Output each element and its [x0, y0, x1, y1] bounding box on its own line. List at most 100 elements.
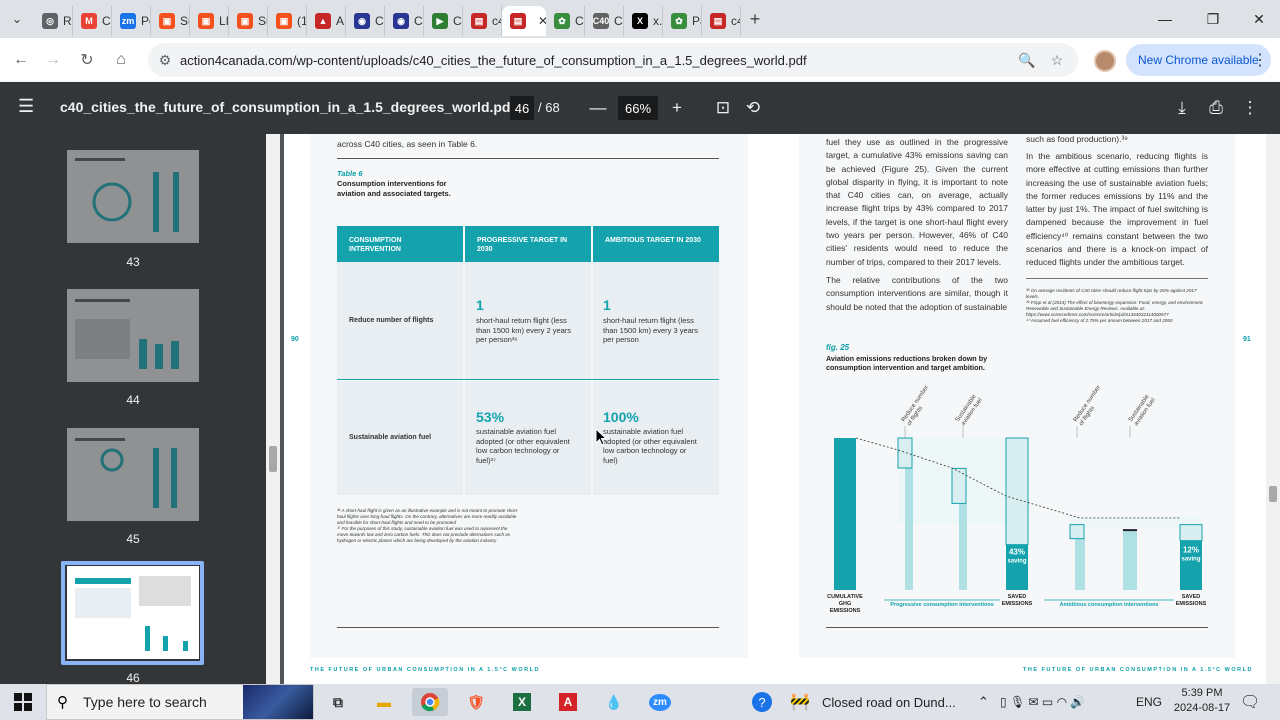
start-button[interactable] — [0, 684, 46, 720]
menu-icon[interactable]: ☰ — [18, 96, 34, 117]
thumbnail-page-46[interactable] — [67, 566, 199, 659]
zoom-out-icon[interactable]: — — [586, 96, 610, 120]
file-explorer-icon[interactable]: ▬ — [366, 688, 402, 716]
news-icon[interactable]: 🚧 — [790, 684, 810, 720]
reload-button[interactable]: ↻ — [70, 43, 104, 77]
browser-tab[interactable]: ✿ Pa — [663, 6, 702, 36]
tab-favicon-icon: ▣ — [159, 13, 175, 29]
thumbnail-number: 46 — [126, 671, 140, 684]
tab-label: Cit — [614, 14, 623, 28]
news-widget-text[interactable]: Closed road on Dund... — [822, 684, 956, 720]
thumbnail-number: 43 — [126, 255, 140, 269]
pdf-toolbar: ☰ c40_cities_the_future_of_consumption_i… — [0, 82, 1280, 134]
browser-tab[interactable]: ▶ Cl — [424, 6, 463, 36]
task-view-icon[interactable]: ⧉ — [320, 688, 356, 716]
sidebar-scrollbar[interactable] — [266, 134, 280, 684]
browser-tab[interactable]: ✿ Ca — [546, 6, 585, 36]
category-label: Sustainableaviation fuel — [955, 393, 984, 427]
zoom-in-icon[interactable]: + — [665, 96, 689, 120]
tab-search-button[interactable]: ⌄ — [0, 0, 34, 38]
acrobat-icon[interactable]: A — [550, 688, 586, 716]
browser-tab[interactable]: ◉ Co — [346, 6, 385, 36]
browser-tab[interactable]: ▤ c4 — [702, 6, 741, 36]
viewer-scrollbar[interactable] — [1266, 134, 1280, 684]
footer-right: THE FUTURE OF URBAN CONSUMPTION IN A 1.5… — [1023, 667, 1253, 673]
browser-tab[interactable]: ◉ Co — [385, 6, 424, 36]
tab-favicon-icon: zm — [120, 13, 136, 29]
zoom-icon[interactable]: zm — [642, 688, 678, 716]
bar-saf-prog — [951, 467, 967, 504]
row-prog-number: 53% — [476, 409, 505, 425]
browser-tab[interactable]: zm Po — [112, 6, 151, 36]
browser-tab[interactable]: ▤ c4 — [463, 6, 502, 36]
excel-icon[interactable]: X — [504, 688, 540, 716]
axis-label-saved: EMISSIONS — [1176, 601, 1207, 607]
brave-icon[interactable]: 🛡 — [458, 688, 494, 716]
print-icon[interactable]: ⎙ — [1204, 96, 1228, 120]
browser-tab[interactable]: ▣ LIS — [190, 6, 229, 36]
new-tab-button[interactable]: + — [741, 0, 769, 38]
taskbar-search[interactable]: ⚲ Type here to search — [46, 684, 314, 720]
col1-text: fuel they use as outlined in the progres… — [826, 137, 1008, 267]
more-options-icon[interactable]: ⋮ — [1238, 96, 1262, 120]
saving-value: 43% — [1009, 548, 1025, 557]
show-hidden-icons[interactable]: ⌃ — [978, 684, 989, 720]
browser-tab[interactable]: C40 Cit — [585, 6, 624, 36]
back-button[interactable]: ← — [4, 43, 38, 77]
notification-icon[interactable]: 🗨 — [1240, 684, 1260, 720]
system-clock[interactable]: 5:39 PM 2024-08-17 — [1172, 686, 1232, 716]
browser-tab[interactable]: ▲ A \ — [307, 6, 346, 36]
browser-tab[interactable]: ▣ Su — [229, 6, 268, 36]
intro-text: across C40 cities, as seen in Table 6. — [337, 139, 478, 149]
help-icon[interactable]: ? — [752, 684, 772, 720]
tab-favicon-icon: ✿ — [671, 13, 687, 29]
address-bar[interactable]: ⚙ action4canada.com/wp-content/uploads/c… — [148, 43, 1078, 77]
search-highlight-image — [243, 685, 313, 719]
browser-tab[interactable]: M Co — [73, 6, 112, 36]
tab-close-icon[interactable]: ✕ — [538, 14, 546, 28]
tab-favicon-icon: ▤ — [510, 13, 526, 29]
tray-icons[interactable]: ▯ 🎙 ✉ ▭ ◠ 🔊 — [1000, 684, 1085, 720]
page-number-right: 91 — [1243, 336, 1251, 343]
home-button[interactable]: ⌂ — [104, 43, 138, 77]
tab-favicon-icon: ▲ — [315, 13, 331, 29]
chrome-menu-icon[interactable]: ⋮ — [1250, 44, 1270, 76]
fit-page-icon[interactable]: ⊡ — [711, 96, 735, 120]
rotate-icon[interactable]: ⟲ — [741, 96, 765, 120]
maximize-button[interactable]: ❐ — [1190, 0, 1236, 38]
language-indicator[interactable]: ENG — [1136, 684, 1162, 720]
thumbnail-page-43[interactable] — [67, 150, 199, 243]
forward-button[interactable]: → — [36, 43, 70, 77]
download-icon[interactable]: ⤓ — [1170, 96, 1194, 120]
close-window-button[interactable]: ✕ — [1236, 0, 1280, 38]
col1b-text: The relative contributions of the two co… — [826, 275, 1008, 312]
axis-label-cumulative: EMISSIONS — [830, 608, 861, 614]
table-header-intervention: CONSUMPTION INTERVENTION — [337, 226, 463, 262]
search-placeholder: Type here to search — [83, 694, 207, 710]
bar-support — [1075, 538, 1085, 590]
browser-tab[interactable]: ▣ Su — [151, 6, 190, 36]
table-header-ambitious: AMBITIOUS TARGET IN 2030 — [593, 226, 719, 262]
saving-value: 12% — [1183, 546, 1199, 555]
thumbnail-number: 45 — [126, 532, 140, 546]
profile-avatar[interactable] — [1094, 50, 1116, 72]
bar-saf-amb-mark — [1123, 529, 1137, 532]
minimize-button[interactable]: — — [1142, 0, 1188, 38]
browser-tab[interactable]: Xx.c — [624, 6, 663, 36]
page-number-input[interactable]: 46 — [510, 96, 534, 120]
browser-tab[interactable]: ▤ ✕ — [502, 6, 546, 36]
page-total: / 68 — [538, 100, 560, 115]
browser-tab[interactable]: ▣ (1) — [268, 6, 307, 36]
search-icon[interactable]: 🔍 — [1012, 43, 1042, 77]
row-name: Reduce number of flights — [349, 317, 434, 324]
bookmark-star-icon[interactable]: ☆ — [1042, 43, 1072, 77]
windows-taskbar: ⚲ Type here to search ⧉ ▬ 🛡 X A 💧 zm ? 🚧… — [0, 684, 1280, 720]
chrome-taskbar-icon[interactable] — [412, 688, 448, 716]
thumbnail-page-44[interactable] — [67, 289, 199, 382]
paint-icon[interactable]: 💧 — [596, 688, 632, 716]
tab-favicon-icon: C40 — [593, 13, 609, 29]
zoom-input[interactable]: 66% — [618, 96, 658, 120]
browser-tab[interactable]: ◎ Ro — [34, 6, 73, 36]
thumbnail-page-45[interactable] — [67, 428, 199, 521]
site-info-icon[interactable]: ⚙ — [150, 43, 180, 77]
